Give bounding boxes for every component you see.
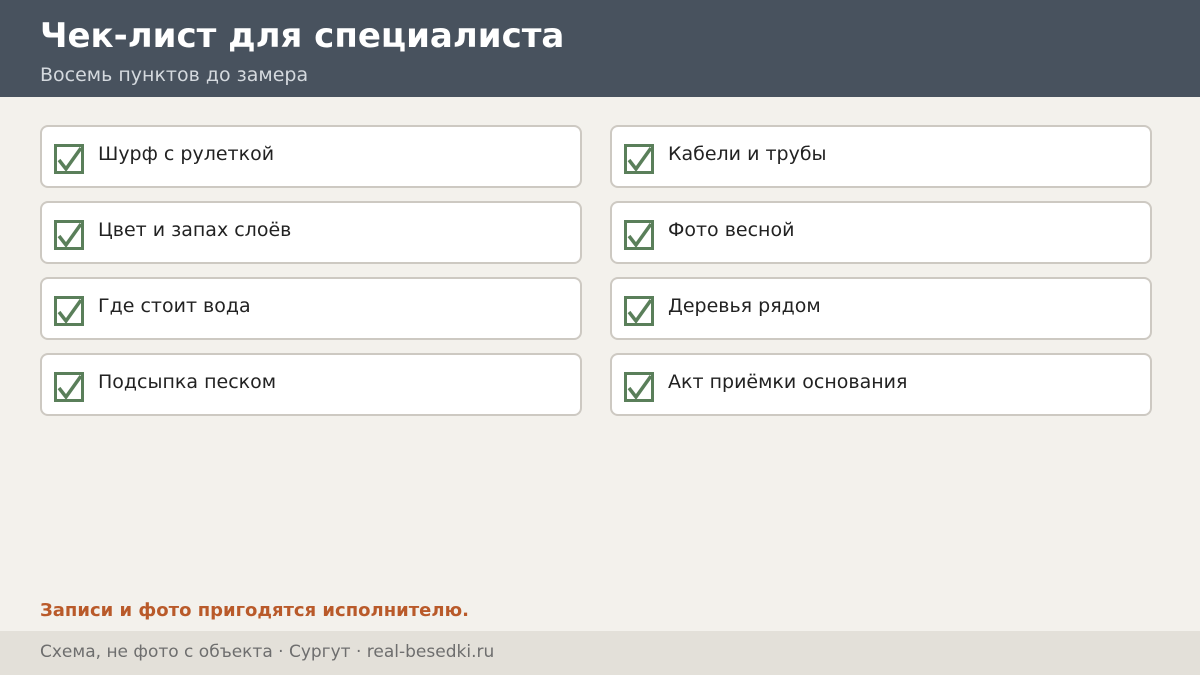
checklist-item: Кабели и трубы — [610, 125, 1152, 188]
page-subtitle: Восемь пунктов до замера — [40, 64, 309, 86]
page-title: Чек-лист для специалиста — [40, 16, 565, 56]
checklist-item: Деревья рядом — [610, 277, 1152, 340]
checklist-item: Шурф с рулеткой — [40, 125, 582, 188]
header-bar: Чек-лист для специалиста Восемь пунктов … — [0, 0, 1200, 97]
checkbox-checked-icon — [624, 144, 654, 174]
checkbox-checked-icon — [624, 296, 654, 326]
checklist-item-label: Акт приёмки основания — [668, 371, 908, 393]
checklist-item: Подсыпка песком — [40, 353, 582, 416]
checklist-item: Цвет и запах слоёв — [40, 201, 582, 264]
checklist-item: Фото весной — [610, 201, 1152, 264]
checklist-item-label: Подсыпка песком — [98, 371, 277, 393]
note-text: Записи и фото пригодятся исполнителю. — [40, 600, 469, 621]
checkbox-checked-icon — [624, 220, 654, 250]
footer-bar: Схема, не фото с объекта · Сургут · real… — [0, 631, 1200, 675]
checklist-item: Где стоит вода — [40, 277, 582, 340]
footer-caption: Схема, не фото с объекта · Сургут · real… — [40, 642, 495, 662]
checkbox-checked-icon — [54, 220, 84, 250]
checklist-item-label: Где стоит вода — [98, 295, 251, 317]
checklist-item-label: Фото весной — [668, 219, 795, 241]
checklist-item-label: Цвет и запах слоёв — [98, 219, 292, 241]
checklist-item: Акт приёмки основания — [610, 353, 1152, 416]
checkbox-checked-icon — [54, 144, 84, 174]
checkbox-checked-icon — [54, 296, 84, 326]
checklist-item-label: Кабели и трубы — [668, 143, 827, 165]
checklist-item-label: Шурф с рулеткой — [98, 143, 275, 165]
checkbox-checked-icon — [624, 372, 654, 402]
checkbox-checked-icon — [54, 372, 84, 402]
checklist-item-label: Деревья рядом — [668, 295, 821, 317]
